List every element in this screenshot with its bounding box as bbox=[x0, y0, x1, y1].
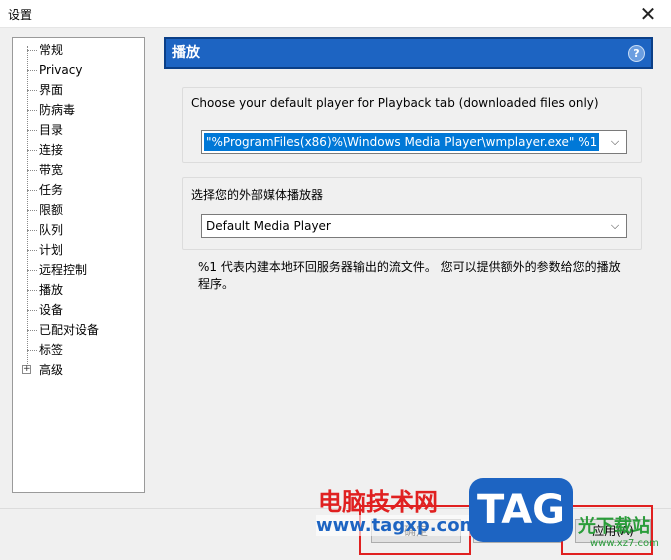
tree-item-connection[interactable]: 连接 bbox=[13, 140, 144, 160]
title-bar: 设置 ✕ bbox=[0, 0, 671, 28]
tree-item-label: 队列 bbox=[39, 223, 64, 237]
playback-description: %1 代表内建本地环回服务器输出的流文件。 您可以提供额外的参数给您的播放 程序… bbox=[198, 259, 638, 293]
description-line: %1 代表内建本地环回服务器输出的流文件。 您可以提供额外的参数给您的播放 bbox=[198, 260, 621, 274]
default-player-group: Choose your default player for Playback … bbox=[182, 87, 642, 163]
tree-item-remote-control[interactable]: 远程控制 bbox=[13, 260, 144, 280]
panel-title: 播放 bbox=[172, 45, 200, 61]
chevron-down-icon[interactable]: ⌵ bbox=[608, 219, 622, 233]
watermark-xz-url: www.xz7.com bbox=[590, 538, 659, 549]
tree-dots bbox=[27, 210, 37, 211]
external-player-label: 选择您的外部媒体播放器 bbox=[191, 188, 324, 202]
tree-dots bbox=[27, 310, 37, 311]
tree-item-label: 带宽 bbox=[39, 163, 64, 177]
description-line: 程序。 bbox=[198, 277, 235, 291]
tree-dots bbox=[27, 190, 37, 191]
tree-dots bbox=[27, 250, 37, 251]
tree-dots bbox=[27, 90, 37, 91]
external-player-group: 选择您的外部媒体播放器 Default Media Player ⌵ bbox=[182, 177, 642, 250]
watermark-tag-logo: TAG bbox=[469, 478, 573, 542]
tree-item-label: 已配对设备 bbox=[39, 323, 100, 337]
default-player-label: Choose your default player for Playback … bbox=[191, 96, 599, 110]
tree-dots bbox=[27, 290, 37, 291]
tree-dots bbox=[27, 150, 37, 151]
tree-item-label: 设备 bbox=[39, 303, 64, 317]
tree-item-devices[interactable]: 设备 bbox=[13, 300, 144, 320]
tree-item-privacy[interactable]: Privacy bbox=[13, 60, 144, 80]
help-icon[interactable]: ? bbox=[628, 45, 645, 62]
tree-item-label: 常规 bbox=[39, 43, 64, 57]
settings-tree[interactable]: 常规 Privacy 界面 防病毒 目录 连接 带宽 任务 限额 队列 计划 远… bbox=[12, 37, 145, 493]
tree-item-label: 连接 bbox=[39, 143, 64, 157]
tree-item-bandwidth[interactable]: 带宽 bbox=[13, 160, 144, 180]
tree-dots bbox=[27, 330, 37, 331]
tree-item-label: Privacy bbox=[39, 63, 83, 77]
tree-item-tasks[interactable]: 任务 bbox=[13, 180, 144, 200]
tree-item-label: 高级 bbox=[39, 363, 64, 377]
tree-item-schedule[interactable]: 计划 bbox=[13, 240, 144, 260]
tree-item-quota[interactable]: 限额 bbox=[13, 200, 144, 220]
tree-item-paired-devices[interactable]: 已配对设备 bbox=[13, 320, 144, 340]
tree-dots bbox=[27, 130, 37, 131]
tree-item-label: 计划 bbox=[39, 243, 64, 257]
tree-dots bbox=[27, 50, 37, 51]
tree-item-label: 标签 bbox=[39, 343, 64, 357]
tree-dots bbox=[27, 110, 37, 111]
tree-dots bbox=[27, 350, 37, 351]
default-player-combobox[interactable]: "%ProgramFiles(x86)%\Windows Media Playe… bbox=[201, 130, 627, 154]
tree-item-interface[interactable]: 界面 bbox=[13, 80, 144, 100]
tree-dots bbox=[27, 70, 37, 71]
tree-item-label: 限额 bbox=[39, 203, 64, 217]
expand-plus-icon[interactable]: + bbox=[22, 365, 31, 374]
tree-item-label: 防病毒 bbox=[39, 103, 76, 117]
watermark-site-name: 电脑技术网 bbox=[318, 488, 438, 516]
external-player-value[interactable]: Default Media Player bbox=[204, 217, 333, 235]
close-icon[interactable]: ✕ bbox=[625, 0, 671, 28]
chevron-down-icon[interactable]: ⌵ bbox=[608, 135, 622, 149]
tree-item-directories[interactable]: 目录 bbox=[13, 120, 144, 140]
watermark-xz-name: 光下载站 bbox=[578, 516, 650, 537]
tree-dots bbox=[27, 270, 37, 271]
tree-item-label: 远程控制 bbox=[39, 263, 88, 277]
default-player-value[interactable]: "%ProgramFiles(x86)%\Windows Media Playe… bbox=[204, 133, 600, 151]
external-player-combobox[interactable]: Default Media Player ⌵ bbox=[201, 214, 627, 238]
tree-item-advanced[interactable]: + 高级 bbox=[13, 360, 144, 380]
tree-item-general[interactable]: 常规 bbox=[13, 40, 144, 60]
panel-header: 播放 ? bbox=[164, 37, 653, 69]
tree-item-label: 界面 bbox=[39, 83, 64, 97]
tree-item-label: 播放 bbox=[39, 283, 64, 297]
tree-dots bbox=[27, 170, 37, 171]
tree-item-queue[interactable]: 队列 bbox=[13, 220, 144, 240]
tree-item-label: 任务 bbox=[39, 183, 64, 197]
tree-item-playback[interactable]: 播放 bbox=[13, 280, 144, 300]
tree-item-antivirus[interactable]: 防病毒 bbox=[13, 100, 144, 120]
window-title: 设置 bbox=[8, 8, 33, 22]
tree-item-tags[interactable]: 标签 bbox=[13, 340, 144, 360]
tree-dots bbox=[27, 230, 37, 231]
tree-item-label: 目录 bbox=[39, 123, 64, 137]
watermark-site-url: www.tagxp.com bbox=[316, 515, 479, 536]
